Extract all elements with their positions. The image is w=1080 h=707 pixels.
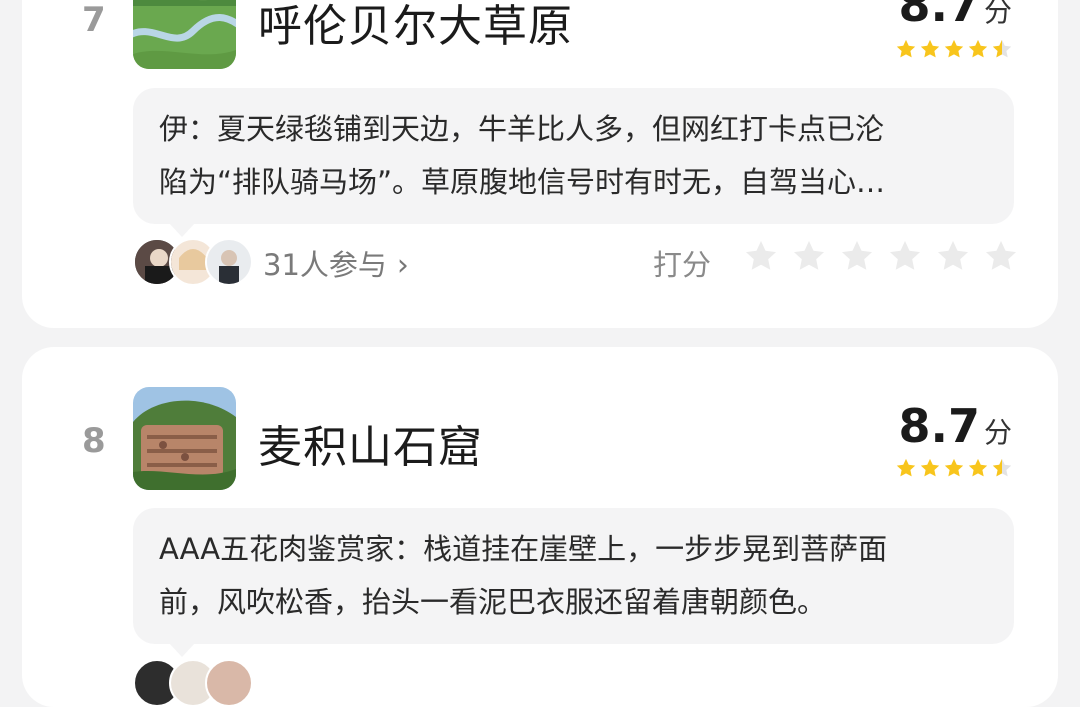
star-icon (968, 39, 988, 58)
rank-number: 7 (82, 0, 106, 40)
chevron-right-icon: › (396, 248, 409, 283)
attraction-name[interactable]: 呼伦贝尔大草原 (258, 0, 573, 54)
avatar (205, 238, 253, 286)
card-footer: 31人参与 › 打分 (133, 238, 1033, 288)
review-line: 伊：夏天绿毯铺到天边，牛羊比人多，但网红打卡点已沦 (159, 112, 885, 146)
participant-avatars[interactable] (133, 659, 253, 707)
score: 8.7 分 (898, 0, 1012, 32)
star-rating (895, 457, 1013, 479)
score: 8.7 分 (898, 399, 1012, 453)
avatar (205, 659, 253, 707)
participants-link[interactable]: 31人参与 › (263, 242, 409, 284)
star-icon (896, 458, 916, 477)
card-footer (133, 659, 1033, 707)
score-unit: 分 (983, 416, 1012, 449)
star-icon (944, 458, 964, 477)
star-icon (968, 458, 988, 477)
grotto-thumbnail[interactable] (133, 387, 236, 490)
review-bubble[interactable]: AAA五花肉鉴赏家：栈道挂在崖壁上，一步步晃到菩萨面 前，风吹松香，抬头一看泥巴… (133, 508, 1014, 657)
star-icon (896, 39, 916, 58)
attraction-card-8[interactable]: 8 麦积山石窟 8.7 分 AAA五花肉鉴赏家：栈道挂在崖壁上，一步步晃到菩萨面 … (22, 347, 1058, 707)
review-bubble[interactable]: 伊：夏天绿毯铺到天边，牛羊比人多，但网红打卡点已沦 陷为“排队骑马场”。草原腹地… (133, 88, 1014, 237)
half-star-icon (992, 458, 1012, 477)
half-star-icon (992, 39, 1012, 58)
star-icon (944, 39, 964, 58)
rate-stars-input[interactable] (743, 238, 1019, 274)
attraction-card-7[interactable]: 7 呼伦贝尔大草原 8.7 分 伊：夏天绿毯铺到天边，牛羊比人多，但网红打卡点已沦… (22, 0, 1058, 328)
score-value: 8.7 (898, 399, 980, 453)
score-unit: 分 (983, 0, 1012, 28)
rank-number: 8 (82, 421, 106, 461)
star-icon[interactable] (791, 238, 827, 274)
star-icon[interactable] (887, 238, 923, 274)
star-icon[interactable] (983, 238, 1019, 274)
participants-count: 31人参与 (263, 248, 387, 282)
review-line: 前，风吹松香，抬头一看泥巴衣服还留着唐朝颜色。 (159, 585, 827, 619)
participant-avatars[interactable] (133, 238, 253, 286)
star-icon[interactable] (839, 238, 875, 274)
star-icon (920, 458, 940, 477)
review-line: 陷为“排队骑马场”。草原腹地信号时有时无，自驾当心… (159, 165, 886, 199)
attraction-name[interactable]: 麦积山石窟 (258, 411, 483, 475)
review-line: AAA五花肉鉴赏家：栈道挂在崖壁上，一步步晃到菩萨面 (159, 532, 888, 566)
grassland-thumbnail[interactable] (133, 0, 236, 69)
score-value: 8.7 (898, 0, 980, 32)
rate-label: 打分 (653, 248, 712, 282)
star-icon[interactable] (935, 238, 971, 274)
star-rating (895, 38, 1013, 60)
star-icon[interactable] (743, 238, 779, 274)
star-icon (920, 39, 940, 58)
